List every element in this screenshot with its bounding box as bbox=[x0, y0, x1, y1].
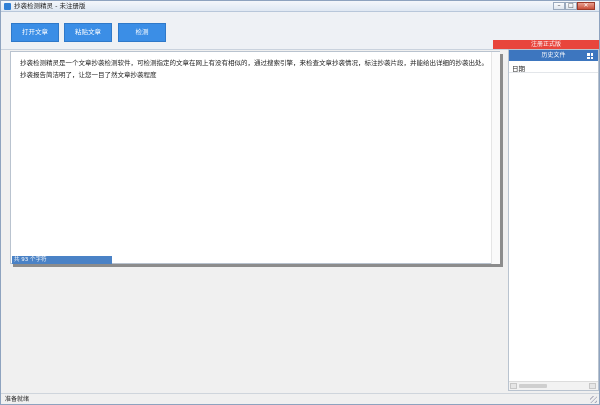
history-header: 历史文件 bbox=[509, 50, 598, 61]
close-button[interactable]: ✕ bbox=[577, 2, 595, 10]
open-article-button[interactable]: 打开文章 bbox=[11, 23, 59, 42]
scroll-left-icon[interactable] bbox=[510, 383, 517, 389]
window-title: 抄袭检测精灵 - 未注册版 bbox=[14, 2, 86, 10]
article-editor[interactable]: 抄袭检测精灵是一个文章抄袭检测软件，可检测指定的文章在网上有没有相似的，通过搜索… bbox=[10, 51, 500, 264]
history-header-divider bbox=[509, 72, 598, 73]
detect-button[interactable]: 检测 bbox=[118, 23, 166, 42]
scroll-thumb[interactable] bbox=[519, 384, 547, 388]
history-horizontal-scrollbar[interactable] bbox=[509, 381, 598, 390]
maximize-button[interactable]: □ bbox=[565, 2, 577, 10]
history-panel: 历史文件 日期 bbox=[508, 49, 599, 391]
scroll-right-icon[interactable] bbox=[589, 383, 596, 389]
minimize-button[interactable]: – bbox=[553, 2, 565, 10]
status-text: 准备就绪 bbox=[5, 396, 30, 403]
main-window: 抄袭检测精灵 - 未注册版 – □ ✕ 打开文章 粘贴文章 检测 注册正式版 抄… bbox=[0, 0, 600, 405]
article-text[interactable]: 抄袭检测精灵是一个文章抄袭检测软件，可检测指定的文章在网上有没有相似的，通过搜索… bbox=[20, 58, 492, 81]
paste-article-button[interactable]: 粘贴文章 bbox=[64, 23, 112, 42]
resize-grip-icon[interactable] bbox=[590, 396, 597, 403]
status-bar: 准备就绪 bbox=[1, 393, 599, 404]
register-button[interactable]: 注册正式版 bbox=[493, 40, 599, 49]
title-bar[interactable]: 抄袭检测精灵 - 未注册版 – □ ✕ bbox=[1, 1, 599, 12]
app-icon bbox=[4, 3, 11, 10]
history-title: 历史文件 bbox=[541, 52, 566, 59]
grid-icon[interactable] bbox=[587, 53, 593, 59]
editor-scrollbar[interactable] bbox=[491, 52, 500, 264]
char-count-label: 共 93 个字符 bbox=[12, 256, 112, 264]
